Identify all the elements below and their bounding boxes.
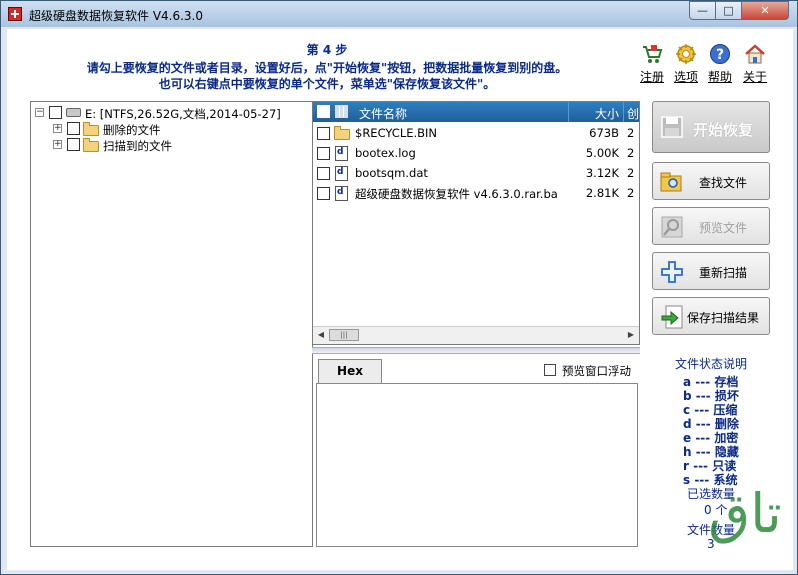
help-icon: ? — [710, 44, 730, 64]
about-label: 关于 — [742, 70, 767, 84]
column-created[interactable]: 创 — [627, 105, 639, 122]
file-size: 5.00K — [585, 146, 619, 160]
window-title: 超级硬盘数据恢复软件 V4.6.3.0 — [29, 9, 204, 23]
deleted-file-icon: d — [335, 186, 348, 201]
about-button[interactable]: 关于 — [740, 43, 770, 85]
file-created: 2 — [627, 166, 635, 180]
instruction-line-2: 也可以右键点中要恢复的单个文件，菜单选"保存恢复该文件"。 — [158, 77, 496, 91]
folder-icon — [334, 126, 350, 140]
start-recovery-button[interactable]: 开始恢复 — [652, 101, 770, 153]
file-list-header: 文件名称 大小 创 — [313, 102, 639, 122]
file-created: 2 — [627, 186, 635, 200]
rescan-label: 重新扫描 — [698, 266, 747, 280]
svg-text:?: ? — [716, 47, 724, 63]
tree-item-scanned[interactable]: + 扫描到的文件 — [53, 137, 303, 153]
drive-label: E: [NTFS,26.52G,文档,2014-05-27] — [85, 107, 281, 121]
column-size[interactable]: 大小 — [595, 105, 619, 122]
app-window: 超级硬盘数据恢复软件 V4.6.3.0 — □ ✕ 第 4 步 请勾上要恢复的文… — [0, 0, 798, 575]
app-icon — [8, 7, 22, 21]
grid-icon — [335, 105, 348, 118]
horizontal-scrollbar[interactable]: ◀ ||| ▶ — [313, 326, 639, 344]
expand-toggle[interactable]: + — [53, 124, 62, 133]
cart-icon — [643, 45, 663, 63]
float-preview-label[interactable]: 预览窗口浮动 — [562, 363, 631, 379]
scroll-left-arrow[interactable]: ◀ — [315, 329, 327, 341]
step-title: 第 4 步 — [306, 43, 348, 57]
file-checkbox[interactable] — [317, 187, 330, 200]
deleted-file-icon: d — [335, 146, 348, 161]
title-bar[interactable]: 超级硬盘数据恢复软件 V4.6.3.0 — □ ✕ — [1, 1, 797, 27]
folder-icon — [83, 122, 99, 136]
client-area: 第 4 步 请勾上要恢复的文件或者目录，设置好后，点"开始恢复"按钮，把数据批量… — [7, 29, 793, 570]
deleted-files-label: 删除的文件 — [103, 123, 161, 137]
file-row[interactable]: $RECYCLE.BIN 673B 2 — [313, 123, 639, 143]
maximize-button[interactable]: □ — [715, 1, 742, 20]
drive-icon — [66, 108, 81, 117]
help-button[interactable]: ? 帮助 — [705, 43, 735, 85]
file-row[interactable]: d 超级硬盘数据恢复软件 v4.6.3.0.rar.ba 2.81K 2 — [313, 183, 639, 203]
rescan-button[interactable]: 重新扫描 — [652, 252, 770, 290]
select-all-checkbox[interactable] — [317, 105, 330, 118]
pane-splitter[interactable] — [312, 347, 640, 354]
file-row[interactable]: d bootex.log 5.00K 2 — [313, 143, 639, 163]
file-row[interactable]: d bootsqm.dat 3.12K 2 — [313, 163, 639, 183]
find-file-button[interactable]: 查找文件 — [652, 162, 770, 200]
file-checkbox[interactable] — [317, 147, 330, 160]
save-scan-results-button[interactable]: 保存扫描结果 — [652, 297, 770, 335]
deleted-files-checkbox[interactable] — [67, 122, 80, 135]
tab-hex[interactable]: Hex — [318, 359, 382, 383]
start-recovery-label: 开始恢复 — [692, 121, 753, 139]
file-size: 3.12K — [585, 166, 619, 180]
options-label: 选项 — [673, 70, 698, 84]
minimize-button[interactable]: — — [689, 1, 716, 20]
tree-item-deleted[interactable]: + 删除的文件 — [53, 121, 303, 137]
file-name: $RECYCLE.BIN — [355, 126, 438, 140]
preview-pane: Hex 预览窗口浮动 — [316, 357, 640, 547]
file-checkbox[interactable] — [317, 167, 330, 180]
file-name: bootex.log — [355, 146, 416, 160]
drive-checkbox[interactable] — [49, 106, 62, 119]
tree-root-drive[interactable]: − E: [NTFS,26.52G,文档,2014-05-27] — [35, 105, 305, 121]
scanned-files-checkbox[interactable] — [67, 138, 80, 151]
folder-icon — [83, 138, 99, 152]
register-label: 注册 — [639, 70, 664, 84]
file-size: 2.81K — [585, 186, 619, 200]
preview-file-label: 预览文件 — [698, 221, 747, 235]
file-size: 673B — [589, 126, 619, 140]
preview-file-button[interactable]: 预览文件 — [652, 207, 770, 245]
scanned-files-label: 扫描到的文件 — [103, 139, 172, 153]
file-list[interactable]: 文件名称 大小 创 $RECYCLE.BIN 673B 2 d bootex.l… — [312, 101, 640, 345]
float-preview-checkbox[interactable] — [544, 364, 556, 376]
scroll-right-arrow[interactable]: ▶ — [625, 329, 637, 341]
hex-view[interactable] — [316, 383, 638, 547]
home-icon — [745, 44, 765, 64]
file-name: 超级硬盘数据恢复软件 v4.6.3.0.rar.ba — [355, 187, 558, 201]
legend-title: 文件状态说明 — [675, 357, 748, 371]
instruction-line-1: 请勾上要恢复的文件或者目录，设置好后，点"开始恢复"按钮，把数据批量恢复到别的盘… — [86, 61, 568, 75]
folder-tree[interactable]: − E: [NTFS,26.52G,文档,2014-05-27] + 删除的文件… — [30, 101, 313, 547]
deleted-file-icon: d — [335, 166, 348, 181]
scroll-thumb[interactable]: ||| — [329, 329, 359, 341]
file-name: bootsqm.dat — [355, 166, 428, 180]
options-button[interactable]: 选项 — [671, 43, 701, 85]
find-file-label: 查找文件 — [698, 176, 747, 190]
close-button[interactable]: ✕ — [741, 1, 789, 20]
save-scan-results-label: 保存扫描结果 — [686, 311, 759, 325]
file-checkbox[interactable] — [317, 127, 330, 140]
expand-toggle[interactable]: + — [53, 140, 62, 149]
column-separator — [568, 102, 569, 122]
help-label: 帮助 — [707, 70, 732, 84]
column-name[interactable]: 文件名称 — [359, 105, 407, 122]
file-created: 2 — [627, 146, 635, 160]
gear-icon — [676, 44, 696, 64]
watermark-logo: تاق — [708, 482, 782, 545]
column-separator — [623, 102, 624, 122]
collapse-toggle[interactable]: − — [35, 108, 44, 117]
register-button[interactable]: 注册 — [637, 43, 667, 85]
file-created: 2 — [627, 126, 635, 140]
